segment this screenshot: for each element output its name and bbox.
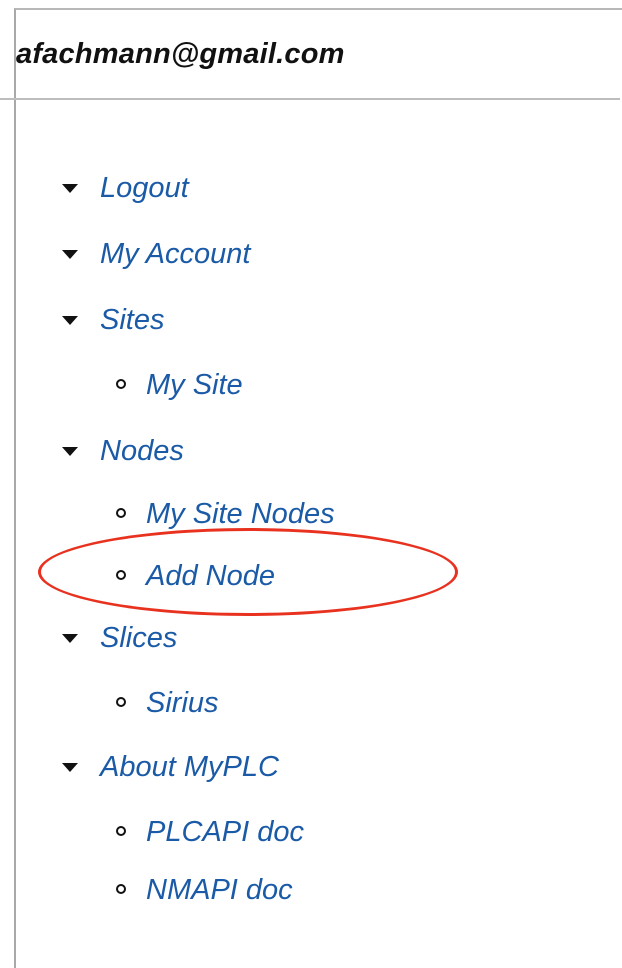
submenu-item-plcapi-doc[interactable]: PLCAPI doc bbox=[146, 815, 304, 849]
caret-down-icon bbox=[62, 316, 78, 325]
bullet-icon bbox=[116, 697, 126, 707]
caret-down-icon bbox=[62, 763, 78, 772]
bullet-icon bbox=[116, 508, 126, 518]
caret-down-icon bbox=[62, 447, 78, 456]
submenu-item-nmapi-doc[interactable]: NMAPI doc bbox=[146, 873, 293, 907]
menu-item-about-myplc[interactable]: About MyPLC bbox=[100, 750, 279, 784]
submenu-item-sirius[interactable]: Sirius bbox=[146, 686, 219, 720]
submenu-item-my-site-nodes[interactable]: My Site Nodes bbox=[146, 497, 335, 531]
user-menu-panel bbox=[14, 8, 622, 968]
menu-item-sites[interactable]: Sites bbox=[100, 303, 164, 337]
menu-item-my-account[interactable]: My Account bbox=[100, 237, 250, 271]
menu-item-slices[interactable]: Slices bbox=[100, 621, 177, 655]
submenu-item-my-site[interactable]: My Site bbox=[146, 368, 243, 402]
menu-item-logout[interactable]: Logout bbox=[100, 171, 189, 205]
caret-down-icon bbox=[62, 634, 78, 643]
bullet-icon bbox=[116, 884, 126, 894]
bullet-icon bbox=[116, 570, 126, 580]
bullet-icon bbox=[116, 826, 126, 836]
header-divider bbox=[0, 98, 620, 100]
bullet-icon bbox=[116, 379, 126, 389]
menu-item-nodes[interactable]: Nodes bbox=[100, 434, 184, 468]
caret-down-icon bbox=[62, 250, 78, 259]
user-email-heading: afachmann@gmail.com bbox=[16, 38, 345, 70]
submenu-item-add-node[interactable]: Add Node bbox=[146, 559, 275, 593]
caret-down-icon bbox=[62, 184, 78, 193]
